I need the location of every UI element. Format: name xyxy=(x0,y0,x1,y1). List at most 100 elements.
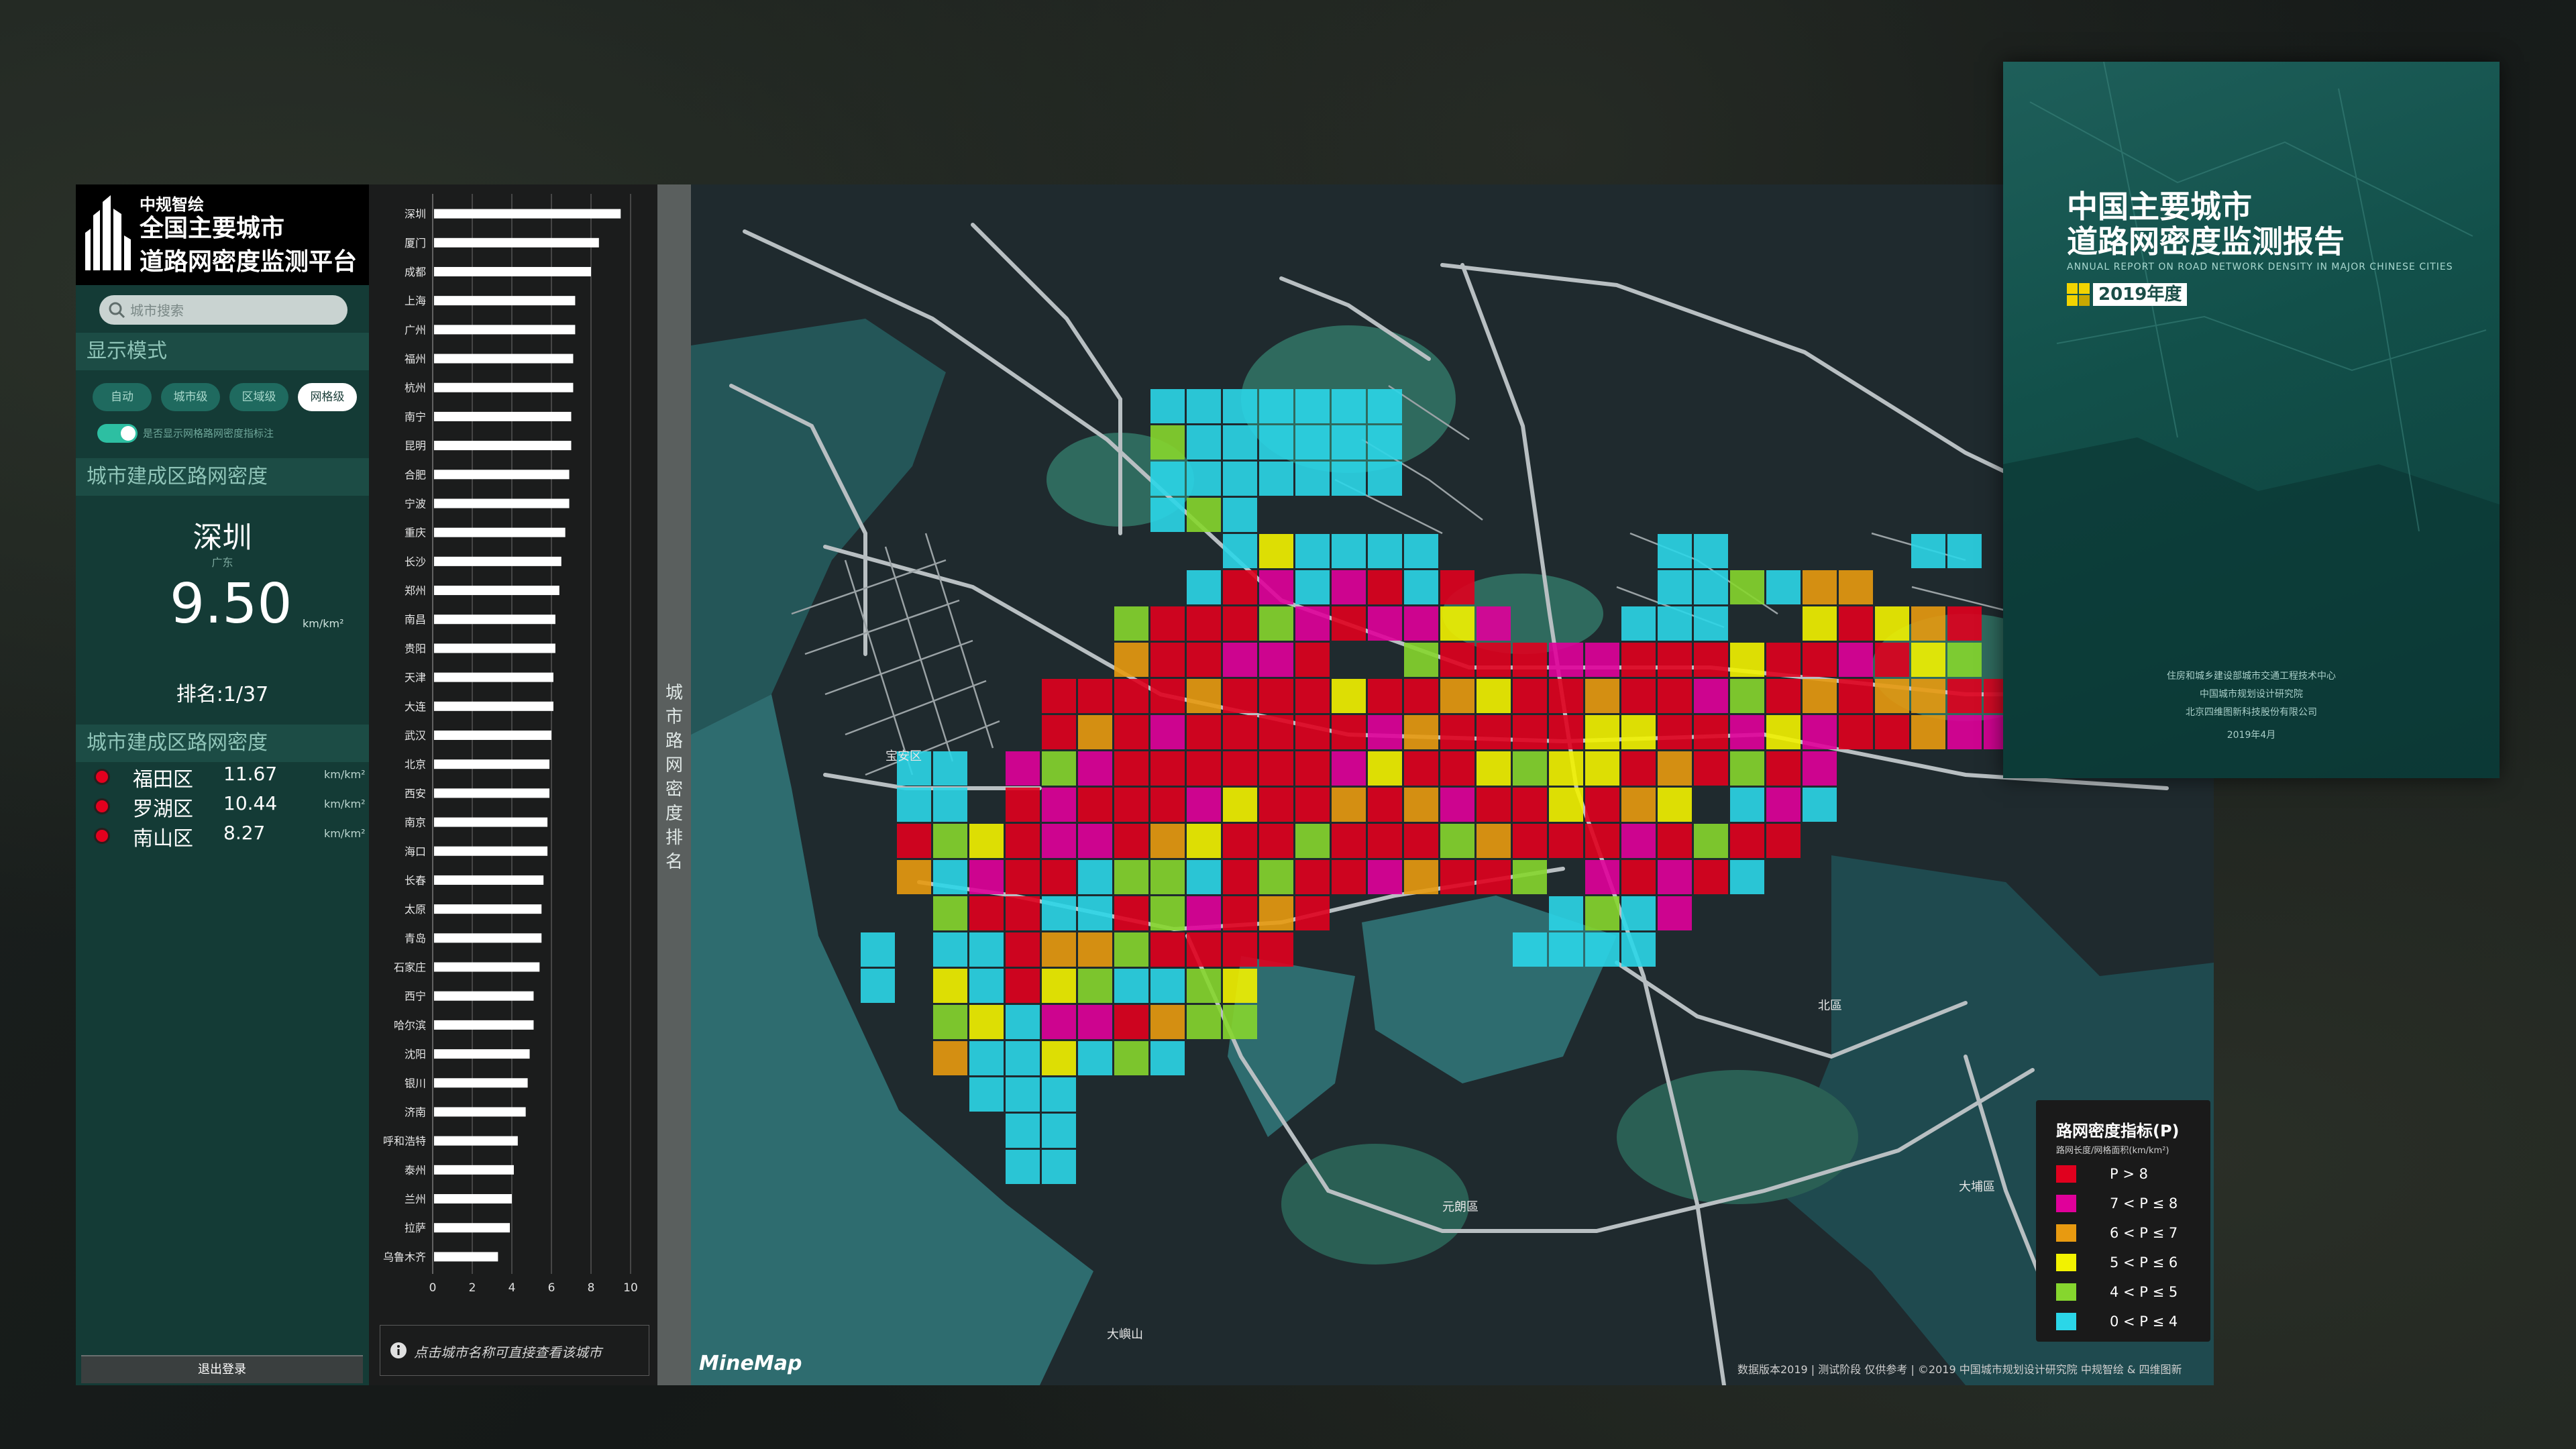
district-row[interactable]: 罗湖区 10.44 km/km² xyxy=(96,792,366,822)
city-label[interactable]: 成都 xyxy=(405,266,426,278)
density-cell[interactable] xyxy=(933,788,967,822)
density-cell[interactable] xyxy=(933,751,967,786)
density-cell[interactable] xyxy=(1259,389,1293,423)
density-cell[interactable] xyxy=(1295,788,1330,822)
density-cell[interactable] xyxy=(1621,751,1656,786)
city-label[interactable]: 济南 xyxy=(405,1106,426,1118)
density-cell[interactable] xyxy=(1730,643,1764,677)
density-cell[interactable] xyxy=(1875,643,1909,677)
density-cell[interactable] xyxy=(1368,860,1402,894)
city-search[interactable] xyxy=(99,295,347,325)
density-cell[interactable] xyxy=(1694,860,1728,894)
density-cell[interactable] xyxy=(1042,896,1076,930)
density-cell[interactable] xyxy=(1223,606,1257,641)
density-cell[interactable] xyxy=(1549,932,1583,967)
density-cell[interactable] xyxy=(1223,462,1257,496)
density-cell[interactable] xyxy=(1404,860,1438,894)
density-cell[interactable] xyxy=(1078,1041,1112,1075)
density-cell[interactable] xyxy=(1621,606,1656,641)
city-bar[interactable] xyxy=(434,759,550,769)
density-cell[interactable] xyxy=(1150,643,1185,677)
density-cell[interactable] xyxy=(1114,643,1148,677)
density-cell[interactable] xyxy=(1368,679,1402,713)
density-cell[interactable] xyxy=(1187,462,1221,496)
density-cell[interactable] xyxy=(1006,1114,1040,1148)
density-cell[interactable] xyxy=(1658,896,1692,930)
density-cell[interactable] xyxy=(1078,788,1112,822)
density-cell[interactable] xyxy=(1440,606,1474,641)
density-cell[interactable] xyxy=(1187,896,1221,930)
density-cell[interactable] xyxy=(1187,425,1221,460)
density-cell[interactable] xyxy=(969,896,1004,930)
density-cell[interactable] xyxy=(1513,932,1547,967)
density-cell[interactable] xyxy=(1223,932,1257,967)
density-cell[interactable] xyxy=(1477,751,1511,786)
density-cell[interactable] xyxy=(1332,462,1366,496)
city-bar[interactable] xyxy=(434,846,548,856)
density-cell[interactable] xyxy=(1223,751,1257,786)
city-bar[interactable] xyxy=(434,1223,511,1233)
city-bar[interactable] xyxy=(434,498,570,508)
density-cell[interactable] xyxy=(1078,824,1112,858)
density-cell[interactable] xyxy=(1404,751,1438,786)
density-cell[interactable] xyxy=(1549,824,1583,858)
density-cell[interactable] xyxy=(933,1041,967,1075)
city-bar[interactable] xyxy=(434,614,555,625)
city-label[interactable]: 昆明 xyxy=(405,439,426,452)
density-cell[interactable] xyxy=(1006,1041,1040,1075)
density-cell[interactable] xyxy=(1621,788,1656,822)
density-cell[interactable] xyxy=(1368,824,1402,858)
city-bar[interactable] xyxy=(434,701,553,711)
density-cell[interactable] xyxy=(1332,788,1366,822)
city-bar[interactable] xyxy=(434,266,591,276)
city-bar[interactable] xyxy=(434,1078,528,1088)
density-cell[interactable] xyxy=(1150,679,1185,713)
density-cell[interactable] xyxy=(1295,606,1330,641)
grid-label-toggle[interactable] xyxy=(97,424,138,443)
density-cell[interactable] xyxy=(1223,534,1257,568)
density-cell[interactable] xyxy=(1368,788,1402,822)
density-cell[interactable] xyxy=(1766,570,1801,604)
density-cell[interactable] xyxy=(1368,715,1402,749)
density-cell[interactable] xyxy=(969,860,1004,894)
density-cell[interactable] xyxy=(1078,751,1112,786)
density-cell[interactable] xyxy=(1513,643,1547,677)
density-cell[interactable] xyxy=(1150,860,1185,894)
density-cell[interactable] xyxy=(1078,969,1112,1003)
city-label[interactable]: 银川 xyxy=(405,1077,426,1089)
density-cell[interactable] xyxy=(1187,389,1221,423)
density-cell[interactable] xyxy=(1332,389,1366,423)
city-bar[interactable] xyxy=(434,556,561,566)
city-bar[interactable] xyxy=(434,1020,534,1030)
density-cell[interactable] xyxy=(1694,643,1728,677)
report-cover[interactable]: 中国主要城市 道路网密度监测报告 ANNUAL REPORT ON ROAD N… xyxy=(2003,62,2500,778)
density-cell[interactable] xyxy=(1150,389,1185,423)
mode-auto-button[interactable]: 自动 xyxy=(93,383,152,411)
density-cell[interactable] xyxy=(1223,643,1257,677)
density-cell[interactable] xyxy=(1150,715,1185,749)
density-cell[interactable] xyxy=(933,824,967,858)
density-cell[interactable] xyxy=(1368,534,1402,568)
density-cell[interactable] xyxy=(1549,751,1583,786)
density-cell[interactable] xyxy=(1839,679,1873,713)
density-cell[interactable] xyxy=(1477,679,1511,713)
density-cell[interactable] xyxy=(1621,896,1656,930)
city-label[interactable]: 大连 xyxy=(405,700,426,713)
density-cell[interactable] xyxy=(1839,570,1873,604)
density-cell[interactable] xyxy=(1150,1005,1185,1039)
density-cell[interactable] xyxy=(1223,498,1257,532)
city-label[interactable]: 石家庄 xyxy=(394,961,426,974)
density-cell[interactable] xyxy=(1549,643,1583,677)
city-label[interactable]: 上海 xyxy=(405,294,426,307)
density-cell[interactable] xyxy=(1947,715,1982,749)
density-cell[interactable] xyxy=(1259,570,1293,604)
density-cell[interactable] xyxy=(1042,824,1076,858)
density-cell[interactable] xyxy=(1947,643,1982,677)
density-cell[interactable] xyxy=(1585,751,1619,786)
density-cell[interactable] xyxy=(1187,570,1221,604)
density-cell[interactable] xyxy=(1766,751,1801,786)
density-cell[interactable] xyxy=(1295,643,1330,677)
density-cell[interactable] xyxy=(1440,679,1474,713)
density-cell[interactable] xyxy=(1766,679,1801,713)
city-label[interactable]: 长沙 xyxy=(405,555,426,568)
